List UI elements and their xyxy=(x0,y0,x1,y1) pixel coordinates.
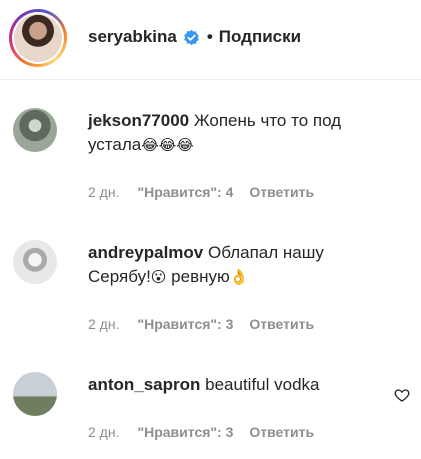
author-username[interactable]: seryabkina xyxy=(88,27,177,47)
comment-likes[interactable]: "Нравится": 4 xyxy=(137,184,233,200)
comment-username[interactable]: andreypalmov xyxy=(88,243,203,262)
ok-hand-emoji-icon: 👌 xyxy=(229,268,249,286)
reply-button[interactable]: Ответить xyxy=(249,316,314,332)
story-ring[interactable] xyxy=(9,9,67,67)
commenter-avatar[interactable] xyxy=(13,372,57,416)
comment-text: jekson77000 Жопень что то под устала😂😂😂 xyxy=(88,109,388,157)
avatar-frame xyxy=(12,12,64,64)
post-header: seryabkina • Подписки xyxy=(0,0,421,80)
comment-likes[interactable]: "Нравится": 3 xyxy=(137,316,233,332)
verified-badge-icon xyxy=(183,29,200,46)
separator-dot: • xyxy=(206,27,213,46)
comment-body: Облапал нашу xyxy=(208,243,324,262)
laughing-emoji-icon: 😂😂😂 xyxy=(141,136,194,154)
comment-username[interactable]: jekson77000 xyxy=(88,111,189,130)
comment-body-line2: Серябу! xyxy=(88,267,151,286)
reply-button[interactable]: Ответить xyxy=(249,424,314,440)
comment-likes[interactable]: "Нравится": 3 xyxy=(137,424,233,440)
comment-body: Жопень что то под xyxy=(193,111,342,130)
heart-outline-icon[interactable] xyxy=(394,387,410,403)
commenter-avatar[interactable] xyxy=(13,108,57,152)
comment-text: andreypalmov Облапал нашу Серябу!😮 ревну… xyxy=(88,241,388,289)
comment-meta: 2 дн. "Нравится": 4 Ответить xyxy=(88,184,314,200)
comment-time[interactable]: 2 дн. xyxy=(88,184,119,200)
comment-time[interactable]: 2 дн. xyxy=(88,424,119,440)
comment-username[interactable]: anton_sapron xyxy=(88,375,200,394)
following-button[interactable]: Подписки xyxy=(219,27,301,47)
author-row: seryabkina • Подписки xyxy=(88,26,301,48)
comment-body-end: ревную xyxy=(171,267,230,286)
surprised-emoji-icon: 😮 xyxy=(150,268,167,286)
reply-button[interactable]: Ответить xyxy=(249,184,314,200)
comment-time[interactable]: 2 дн. xyxy=(88,316,119,332)
comment-meta: 2 дн. "Нравится": 3 Ответить xyxy=(88,424,314,440)
comment-body: beautiful vodka xyxy=(205,375,320,394)
comment-text: anton_sapron beautiful vodka xyxy=(88,373,388,397)
comment-body-line2: устала xyxy=(88,135,142,154)
commenter-avatar[interactable] xyxy=(13,240,57,284)
comment-meta: 2 дн. "Нравится": 3 Ответить xyxy=(88,316,314,332)
author-avatar[interactable] xyxy=(14,14,62,62)
